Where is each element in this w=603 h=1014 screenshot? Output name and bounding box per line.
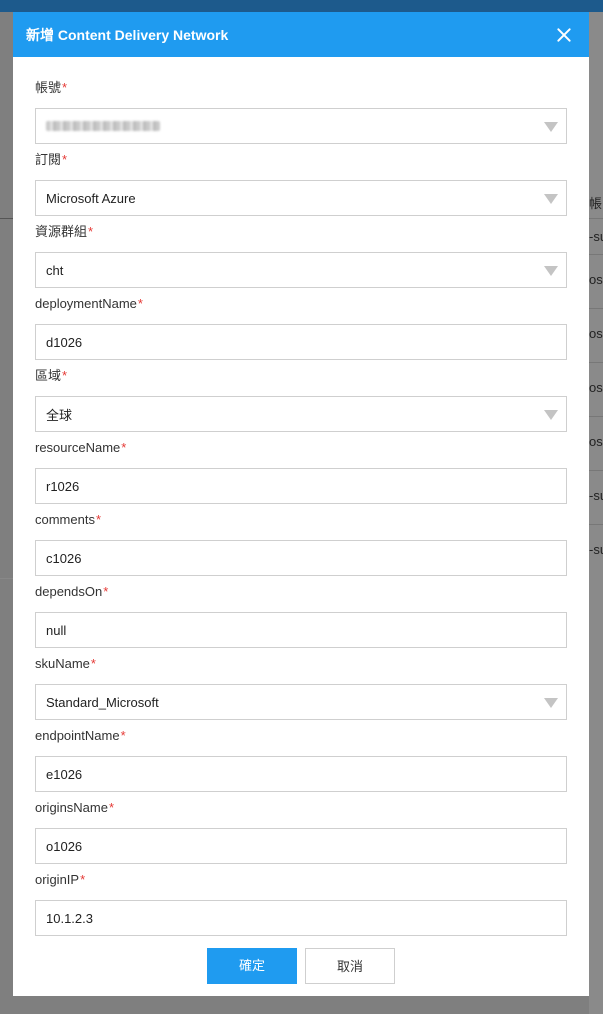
close-icon[interactable] xyxy=(554,25,574,45)
account-field: 帳號* xyxy=(35,80,567,144)
resource-group-field: 資源群組* cht xyxy=(35,224,567,288)
resource-group-label: 資源群組* xyxy=(35,224,94,239)
background-row: osc xyxy=(589,416,603,470)
background-row: -su xyxy=(589,470,603,524)
region-select[interactable]: 全球 xyxy=(35,396,567,432)
background-row: osc xyxy=(589,308,603,362)
background-divider xyxy=(0,218,13,219)
cancel-button[interactable]: 取消 xyxy=(305,948,395,984)
origins-name-field: originsName* xyxy=(35,800,567,864)
endpoint-name-label: endpointName* xyxy=(35,728,126,743)
deployment-name-box xyxy=(35,324,567,360)
create-cdn-dialog: 新增 Content Delivery Network 帳號* 訂閱* Micr… xyxy=(13,12,589,996)
dialog-title: 新增 Content Delivery Network xyxy=(26,26,229,43)
comments-box xyxy=(35,540,567,576)
endpoint-name-field: endpointName* xyxy=(35,728,567,792)
subscription-label: 訂閱* xyxy=(35,152,68,167)
subscription-value: Microsoft Azure xyxy=(46,190,136,206)
comments-label: comments* xyxy=(35,512,102,527)
chevron-down-icon xyxy=(544,266,558,276)
background-table-header: 帳 xyxy=(589,196,603,211)
region-field: 區域* 全球 xyxy=(35,368,567,432)
origins-name-label: originsName* xyxy=(35,800,115,815)
origin-ip-box xyxy=(35,900,567,936)
sku-name-field: skuName* Standard_Microsoft xyxy=(35,656,567,720)
comments-field: comments* xyxy=(35,512,567,576)
endpoint-name-input[interactable] xyxy=(46,757,556,791)
background-top-bar xyxy=(0,0,603,12)
chevron-down-icon xyxy=(544,410,558,420)
origins-name-box xyxy=(35,828,567,864)
comments-input[interactable] xyxy=(46,541,556,575)
origin-ip-field: originIP* xyxy=(35,872,567,936)
chevron-down-icon xyxy=(544,194,558,204)
depends-on-input[interactable] xyxy=(46,613,556,647)
depends-on-label: dependsOn* xyxy=(35,584,109,599)
endpoint-name-box xyxy=(35,756,567,792)
resource-name-field: resourceName* xyxy=(35,440,567,504)
account-value-redacted xyxy=(46,121,160,131)
deployment-name-label: deploymentName* xyxy=(35,296,143,311)
resource-name-box xyxy=(35,468,567,504)
background-divider xyxy=(0,578,13,579)
origins-name-input[interactable] xyxy=(46,829,556,863)
resource-name-label: resourceName* xyxy=(35,440,127,455)
account-label: 帳號* xyxy=(35,80,68,95)
account-select[interactable] xyxy=(35,108,567,144)
dialog-header: 新增 Content Delivery Network xyxy=(13,12,589,57)
resource-group-select[interactable]: cht xyxy=(35,252,567,288)
sku-name-label: skuName* xyxy=(35,656,96,671)
background-row: osc xyxy=(589,362,603,416)
dialog-footer: 確定 取消 xyxy=(13,948,589,984)
confirm-button[interactable]: 確定 xyxy=(207,948,297,984)
region-value: 全球 xyxy=(46,407,73,423)
resource-name-input[interactable] xyxy=(46,469,556,503)
subscription-select[interactable]: Microsoft Azure xyxy=(35,180,567,216)
deployment-name-field: deploymentName* xyxy=(35,296,567,360)
origin-ip-label: originIP* xyxy=(35,872,86,887)
origin-ip-input[interactable] xyxy=(46,901,556,935)
chevron-down-icon xyxy=(544,698,558,708)
subscription-field: 訂閱* Microsoft Azure xyxy=(35,152,567,216)
background-row: osc xyxy=(589,254,603,308)
sku-name-select[interactable]: Standard_Microsoft xyxy=(35,684,567,720)
deployment-name-input[interactable] xyxy=(46,325,556,359)
depends-on-box xyxy=(35,612,567,648)
background-row: -su xyxy=(589,524,603,578)
depends-on-field: dependsOn* xyxy=(35,584,567,648)
region-label: 區域* xyxy=(35,368,68,383)
sku-name-value: Standard_Microsoft xyxy=(46,694,159,710)
resource-group-value: cht xyxy=(46,262,64,278)
chevron-down-icon xyxy=(544,122,558,132)
